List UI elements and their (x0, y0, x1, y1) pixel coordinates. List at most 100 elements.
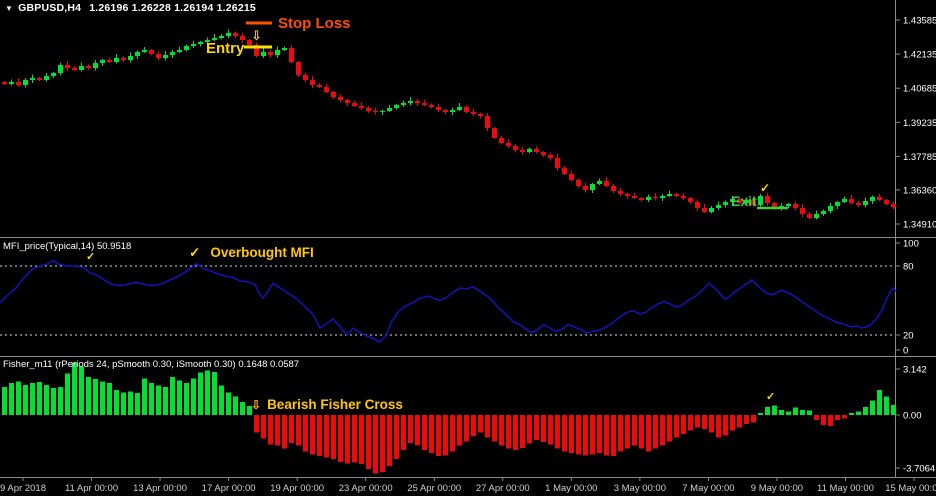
candle-body (23, 80, 28, 86)
mfi-indicator-label: MFI_price(Typical,14) 50.9518 (3, 241, 132, 252)
fisher-bar (240, 401, 245, 415)
check-icon: ✓ (760, 181, 771, 195)
candle-body (688, 198, 693, 203)
candle-body (128, 56, 133, 61)
fisher-bar (744, 415, 749, 424)
candle-body (58, 65, 63, 74)
fisher-bar (548, 415, 553, 445)
fisher-bar (163, 387, 168, 415)
fisher-bar (562, 415, 567, 452)
date-axis[interactable]: 9 Apr 2018 11 Apr 00:00 13 Apr 00:00 17 Apr… (0, 478, 936, 494)
candle-body (548, 155, 553, 159)
bearish-fisher-annotation: ⇩ Bearish Fisher Cross (251, 397, 403, 412)
fisher-scale-label: 3.142 (903, 365, 927, 376)
candle-body (625, 194, 630, 197)
fisher-bar (345, 415, 350, 464)
candle-body (653, 197, 658, 199)
fisher-bar (121, 392, 126, 415)
date-tick-label: 19 Apr 00:00 (270, 483, 324, 494)
fisher-bar (625, 415, 630, 449)
fisher-bar (450, 415, 455, 452)
candle-body (849, 199, 854, 204)
fisher-bar (632, 415, 637, 446)
candle-body (534, 149, 539, 153)
candle-body (429, 105, 434, 108)
candle-body (30, 78, 35, 81)
price-tick-label: 1.39235 (903, 118, 936, 129)
fisher-bar (317, 415, 322, 456)
fisher-scale-label: -3.7064 (903, 464, 935, 475)
fisher-bar (786, 411, 791, 415)
fisher-bar (366, 415, 371, 470)
candle-body (870, 197, 875, 202)
candle-body (527, 149, 532, 153)
candle-body (296, 61, 301, 76)
candle-body (877, 197, 882, 201)
fisher-bar (499, 415, 504, 446)
fisher-bar (261, 415, 266, 439)
fisher-bar (233, 396, 238, 415)
down-arrow-icon: ⇩ (251, 398, 262, 412)
fisher-bar (338, 415, 343, 462)
down-arrow-icon: ⇩ (251, 29, 262, 44)
candle-body (401, 103, 406, 106)
date-tick-label: 23 Apr 00:00 (339, 483, 393, 494)
fisher-bar (870, 400, 875, 415)
fisher-bar (737, 415, 742, 428)
date-tick-label: 25 Apr 00:00 (407, 483, 461, 494)
candle-body (702, 208, 707, 213)
fisher-bar (835, 415, 840, 421)
fisher-bar (93, 379, 98, 415)
candle-body (562, 168, 567, 175)
fisher-bar (534, 415, 539, 440)
candle-body (317, 85, 322, 88)
symbol-timeframe-label: GBPUSD,H4 (18, 2, 82, 14)
candle-body (387, 108, 392, 112)
candle-body (79, 66, 84, 71)
candle-body (520, 150, 525, 153)
candle-body (450, 110, 455, 113)
fisher-bar (107, 382, 112, 415)
candle-body (576, 180, 581, 187)
fisher-bar (688, 415, 693, 431)
mt4-chart-window: ⇩ 1.43585 1.42135 1.40685 1.39235 1.37785 1.36… (0, 0, 936, 496)
chart-canvas[interactable]: ⇩ 1.43585 1.42135 1.40685 1.39235 1.37785 1.36… (0, 0, 936, 496)
fisher-bar (709, 415, 714, 433)
candle-body (156, 54, 161, 59)
fisher-bar (135, 393, 140, 415)
candle-body (618, 191, 623, 195)
fisher-bar (513, 415, 518, 451)
price-tick-label: 1.37785 (903, 152, 936, 163)
price-tick-label: 1.40685 (903, 84, 936, 95)
fisher-bar (380, 415, 385, 473)
fisher-bar (443, 415, 448, 456)
date-tick-label: 3 May 00:00 (614, 483, 666, 494)
fisher-bar (492, 415, 497, 442)
fisher-bar (807, 410, 812, 415)
candle-body (492, 128, 497, 139)
fisher-bar (303, 415, 308, 452)
candle-body (583, 186, 588, 191)
candle-body (310, 80, 315, 86)
candle-body (149, 50, 154, 55)
candle-body (100, 60, 105, 64)
fisher-bar (884, 396, 889, 415)
candle-body (604, 181, 609, 187)
price-tick-label: 1.36360 (903, 185, 936, 196)
candle-body (44, 76, 49, 81)
fisher-bar (23, 384, 28, 415)
candle-body (639, 198, 644, 201)
chevron-down-icon[interactable]: ▼ (5, 4, 13, 13)
fisher-bar (716, 415, 721, 438)
fisher-bar (842, 415, 847, 419)
fisher-bar (212, 371, 217, 415)
candle-body (268, 52, 273, 56)
candle-body (324, 87, 329, 93)
candle-body (555, 158, 560, 169)
candle-body (716, 205, 721, 209)
fisher-bar (149, 382, 154, 415)
fisher-bar (114, 390, 119, 415)
candle-body (93, 63, 98, 69)
price-scale[interactable]: 1.43585 1.42135 1.40685 1.39235 1.37785 1.363… (895, 16, 936, 475)
fisher-histogram (2, 362, 896, 474)
